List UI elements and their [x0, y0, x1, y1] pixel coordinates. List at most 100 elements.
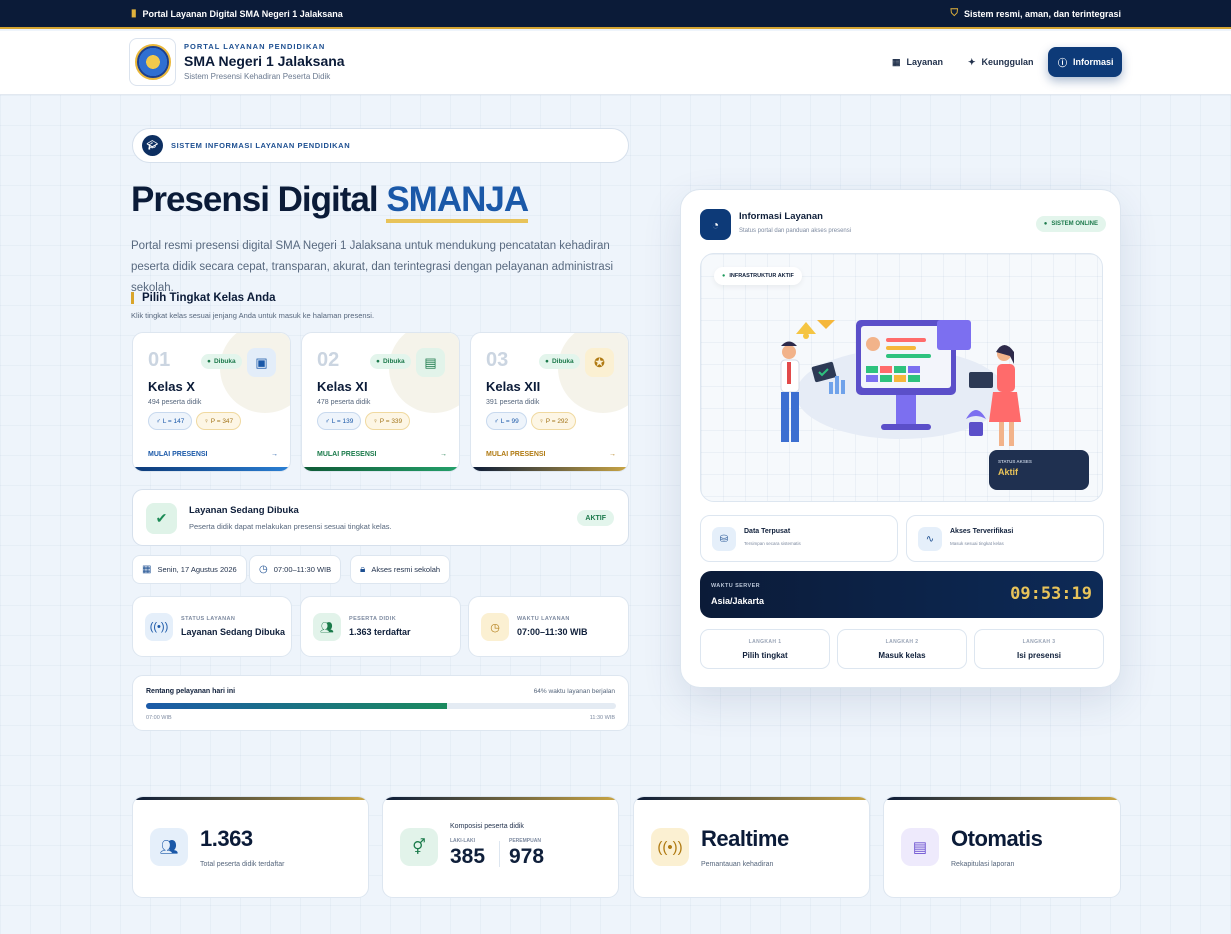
panel-subtitle: Status portal dan panduan akses presensi	[739, 228, 852, 234]
nav-informasi[interactable]: ⓘ Informasi	[1048, 47, 1122, 77]
page-title-highlight: SMANJA	[386, 180, 529, 223]
stat-hours: ◷ WAKTU LAYANAN 07:00–11:30 WIB	[468, 596, 629, 657]
step-value: Masuk kelas	[878, 651, 926, 660]
clock-zone: Asia/Jakarta	[711, 596, 765, 606]
female-count: P = 292	[545, 417, 569, 425]
service-status-card: ✔ Layanan Sedang Dibuka Peserta didik da…	[132, 489, 629, 546]
nav-informasi-label: Informasi	[1073, 57, 1114, 67]
arrow-right-icon: →	[271, 451, 278, 458]
open-badge-label: Dibuka	[551, 358, 574, 365]
date-label: Senin, 17 Agustus 2026	[157, 565, 237, 574]
summary-total: 👥︎ 1.363 Total peserta didik terdaftar	[132, 796, 369, 898]
card-accent-bar	[471, 467, 628, 471]
school-logo[interactable]	[129, 38, 176, 86]
step-value: Pilih tingkat	[742, 651, 788, 660]
award-icon: ✪	[585, 348, 614, 377]
class-card-x[interactable]: 01 ● Dibuka ▣ Kelas X 494 peserta didik ♂…	[132, 332, 291, 472]
database-icon: ⛁	[712, 527, 736, 551]
summary-caption: Total peserta didik terdaftar	[200, 861, 285, 868]
start-attendance-link[interactable]: MULAI PRESENSI →	[486, 451, 616, 458]
sparkle-icon: ✦	[968, 56, 976, 67]
male-count: L = 147	[162, 417, 185, 425]
grid-icon: ▦	[892, 56, 901, 67]
id-badge-icon: ▣	[247, 348, 276, 377]
server-clock: WAKTU SERVER Asia/Jakarta 09:53:19	[700, 571, 1103, 618]
stat-label: WAKTU LAYANAN	[517, 616, 570, 622]
open-badge: ● Dibuka	[370, 354, 411, 369]
clock-icon: ◷	[259, 564, 268, 575]
class-card-xii[interactable]: 03 ● Dibuka ✪ Kelas XII 391 peserta didik…	[470, 332, 629, 472]
summary-value: 1.363	[200, 826, 253, 851]
panel-title: Informasi Layanan	[739, 211, 823, 222]
clock-label: WAKTU SERVER	[711, 583, 761, 589]
open-badge: ● Dibuka	[539, 354, 580, 369]
brand-title[interactable]: SMA Negeri 1 Jalaksana	[184, 53, 345, 69]
id-card-icon: ▤	[416, 348, 445, 377]
cta-label: MULAI PRESENSI	[148, 451, 208, 458]
security-label: Sistem resmi, aman, dan terintegrasi	[963, 8, 1121, 19]
signal-icon: ((•))	[145, 613, 173, 641]
female-total: 978	[509, 845, 545, 868]
stat-label: STATUS LAYANAN	[181, 616, 236, 622]
female-count-badge: ♀ P = 347	[196, 412, 242, 430]
class-name: Kelas XII	[486, 379, 541, 394]
hero-pill: 🎓︎ SISTEM INFORMASI LAYANAN PENDIDIKAN	[132, 128, 629, 163]
summary-composition: ⚥ Komposisi peserta didik LAKI-LAKI 385 …	[382, 796, 619, 898]
range-progress-label: 64% waktu layanan berjalan	[533, 688, 615, 695]
hours-chip: ◷ 07:00–11:30 WIB	[249, 555, 342, 584]
card-top-bar	[634, 797, 869, 800]
class-section-subtitle: Klik tingkat kelas sesuai jenjang Anda u…	[131, 311, 375, 320]
dashboard-illustration: ● INFRASTRUKTUR AKTIF STATUS AKSES Aktif	[700, 253, 1103, 502]
nav-layanan[interactable]: ▦ Layanan	[892, 47, 943, 77]
step-label: LANGKAH 2	[885, 639, 919, 645]
class-count: 478 peserta didik	[317, 399, 371, 406]
top-announcement-bar: ▮ Portal Layanan Digital SMA Negeri 1 Jal…	[0, 0, 1231, 29]
summary-caption: Pemantauan kehadiran	[701, 861, 774, 868]
site-header: PORTAL LAYANAN PENDIDIKAN SMA Negeri 1 J…	[0, 31, 1231, 95]
step-value: Isi presensi	[1016, 651, 1062, 660]
service-description: Peserta didik dapat melakukan presensi s…	[189, 522, 392, 531]
nav-layanan-label: Layanan	[906, 57, 944, 67]
range-title: Rentang pelayanan hari ini	[146, 688, 236, 695]
users-icon: 👥︎	[150, 828, 188, 866]
female-count-badge: ♀ P = 292	[531, 412, 577, 430]
summary-automatic: ▤ Otomatis Rekapitulasi laporan	[883, 796, 1121, 898]
class-name: Kelas X	[148, 379, 195, 394]
calendar-icon: ▦	[142, 564, 152, 575]
card-top-bar	[133, 797, 368, 800]
graduation-cap-icon: 🎓︎	[142, 135, 163, 156]
service-range-card: Rentang pelayanan hari ini 64% waktu lay…	[132, 675, 629, 731]
card-top-bar	[884, 797, 1120, 800]
info-panel: ◔ Informasi Layanan Status portal dan pa…	[680, 189, 1121, 688]
range-end: 11:30 WIB	[589, 715, 615, 721]
open-badge-label: Dibuka	[382, 358, 405, 365]
female-label: PEREMPUAN	[509, 838, 541, 844]
check-icon: ✔	[146, 503, 177, 534]
page-title: Presensi Digital SMANJA	[131, 180, 529, 223]
access-status-value: Aktif	[998, 467, 1018, 477]
range-start: 07:00 WIB	[146, 715, 172, 721]
access-status-card: STATUS AKSES Aktif	[989, 450, 1089, 490]
open-badge: ● Dibuka	[201, 354, 242, 369]
class-count: 494 peserta didik	[148, 399, 202, 406]
building-icon: ▮	[131, 8, 137, 19]
gender-icon: ⚥	[400, 828, 438, 866]
access-status-label: STATUS AKSES	[998, 459, 1032, 464]
summary-value: Realtime	[701, 826, 789, 851]
nav-keunggulan[interactable]: ✦ Keunggulan	[968, 47, 1034, 77]
broadcast-icon: ((•))	[651, 828, 689, 866]
male-count: L = 139	[331, 417, 354, 425]
online-badge: ● SISTEM ONLINE	[1035, 216, 1106, 232]
arrow-right-icon: →	[609, 451, 616, 458]
step-1: LANGKAH 1 Pilih tingkat	[700, 629, 830, 669]
nav-keunggulan-label: Keunggulan	[981, 57, 1034, 67]
start-attendance-link[interactable]: MULAI PRESENSI →	[317, 451, 447, 458]
class-card-xi[interactable]: 02 ● Dibuka ▤ Kelas XI 478 peserta didik …	[301, 332, 460, 472]
step-3: LANGKAH 3 Isi presensi	[974, 629, 1104, 669]
class-number: 03	[486, 349, 509, 371]
pulse-icon: ∿	[918, 527, 942, 551]
open-badge-label: Dibuka	[213, 358, 236, 365]
start-attendance-link[interactable]: MULAI PRESENSI →	[148, 451, 278, 458]
stat-value: 07:00–11:30 WIB	[517, 627, 588, 637]
stat-label: PESERTA DIDIK	[349, 616, 397, 622]
